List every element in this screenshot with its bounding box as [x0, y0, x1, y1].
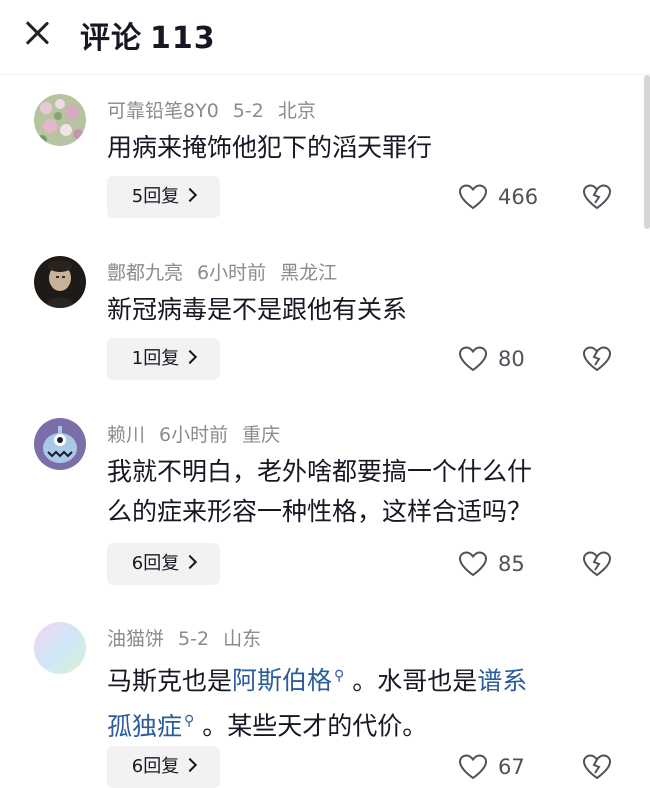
comment-text-line: 我就不明白，老外啥都要搞一个什么什 [107, 457, 533, 486]
dislike-button[interactable] [582, 345, 614, 375]
view-replies-button[interactable]: 6回复 [107, 746, 220, 788]
broken-heart-icon [582, 184, 612, 210]
comment-text-part: 用病来掩饰他犯下的滔天罪行 [107, 133, 433, 162]
comment-username[interactable]: 赖川 [107, 424, 145, 446]
chevron-right-icon [183, 349, 198, 365]
heart-outline-icon [458, 754, 488, 780]
link-text: 阿斯伯格 [232, 666, 333, 696]
search-link-spectrum[interactable]: 谱系 [477, 666, 527, 695]
comment-meta: 赖川 6小时前 重庆 [107, 420, 294, 447]
comment-location: 黑龙江 [280, 262, 338, 284]
like-count: 80 [498, 347, 525, 371]
link-text: 谱系 [477, 666, 528, 696]
comment-text: 马斯克也是阿斯伯格 ⚲ 。水哥也是谱系 孤独症 ⚲ 。某些天才的代价。 [107, 656, 617, 747]
comment-text: 用病来掩饰他犯下的滔天罪行 [107, 128, 617, 168]
comment-meta: 鄷都九亮 6小时前 黑龙江 [107, 258, 351, 285]
comment-text-line: 孤独症 ⚲ 。某些天才的代价。 [107, 701, 617, 746]
search-icon: ⚲ [184, 713, 195, 730]
broken-heart-icon [582, 346, 612, 372]
reply-label: 1回复 [131, 348, 180, 369]
avatar[interactable] [34, 94, 86, 146]
close-icon[interactable] [20, 16, 54, 50]
broken-heart-icon [582, 754, 612, 780]
comment-meta: 可靠铅笔8Y0 5-2 北京 [107, 96, 330, 123]
like-count: 85 [498, 552, 525, 576]
link-text: 孤独症 [107, 711, 183, 741]
like-count: 67 [498, 755, 525, 779]
comment-text-line: 么的症来形容一种性格，这样合适吗？ [107, 497, 533, 526]
comment-time: 5-2 [178, 628, 210, 650]
comment-text: 新冠病毒是不是跟他有关系 [107, 290, 617, 330]
like-button[interactable]: 80 [458, 345, 548, 375]
comment-time: 5-2 [232, 100, 264, 122]
comment-time: 6小时前 [197, 262, 267, 284]
comment-username[interactable]: 鄷都九亮 [107, 262, 183, 284]
avatar[interactable] [34, 622, 86, 674]
comment-text: 我就不明白，老外啥都要搞一个什么什 么的症来形容一种性格，这样合适吗？ [107, 452, 617, 532]
like-button[interactable]: 466 [458, 183, 548, 213]
header-divider [0, 74, 650, 75]
dislike-button[interactable] [582, 183, 614, 213]
dislike-button[interactable] [582, 753, 614, 783]
comment-username[interactable]: 可靠铅笔8Y0 [107, 100, 219, 122]
comment-location: 北京 [277, 100, 316, 122]
reply-label: 6回复 [131, 756, 180, 777]
title-label: 评论 [80, 21, 142, 56]
heart-outline-icon [458, 551, 488, 577]
reply-label: 5回复 [131, 186, 180, 207]
like-button[interactable]: 67 [458, 753, 548, 783]
comment-text-part: 。某些天才的代价。 [202, 711, 428, 741]
comment-location: 重庆 [242, 424, 281, 446]
comments-header: 评论 113 [0, 0, 650, 66]
search-link-asperger[interactable]: 阿斯伯格 ⚲ [232, 666, 344, 695]
heart-outline-icon [458, 184, 488, 210]
like-count: 466 [498, 185, 539, 209]
scrollbar[interactable] [644, 75, 650, 229]
heart-outline-icon [458, 346, 488, 372]
comment-text-part: 新冠病毒是不是跟他有关系 [107, 295, 408, 324]
comment-text-part: 。水哥也是 [352, 666, 478, 696]
search-link-autism[interactable]: 孤独症 ⚲ [107, 712, 194, 741]
chevron-right-icon [183, 187, 198, 203]
chevron-right-icon [183, 554, 198, 570]
view-replies-button[interactable]: 1回复 [107, 338, 220, 380]
comment-username[interactable]: 油猫饼 [107, 628, 164, 650]
comment-count: 113 [150, 21, 216, 56]
broken-heart-icon [582, 551, 612, 577]
reply-label: 6回复 [131, 553, 180, 574]
like-button[interactable]: 85 [458, 550, 548, 580]
comment-text-line: 马斯克也是阿斯伯格 ⚲ 。水哥也是谱系 [107, 656, 617, 701]
comment-time: 6小时前 [159, 424, 229, 446]
chevron-right-icon [183, 757, 198, 773]
view-replies-button[interactable]: 5回复 [107, 176, 220, 218]
dislike-button[interactable] [582, 550, 614, 580]
comment-text-part: 马斯克也是 [107, 666, 233, 696]
avatar[interactable] [34, 418, 86, 470]
view-replies-button[interactable]: 6回复 [107, 543, 220, 585]
search-icon: ⚲ [334, 668, 345, 684]
comment-meta: 油猫饼 5-2 山东 [107, 624, 275, 651]
comment-location: 山东 [223, 628, 262, 650]
avatar[interactable] [34, 256, 86, 308]
page-title: 评论 113 [80, 13, 216, 57]
